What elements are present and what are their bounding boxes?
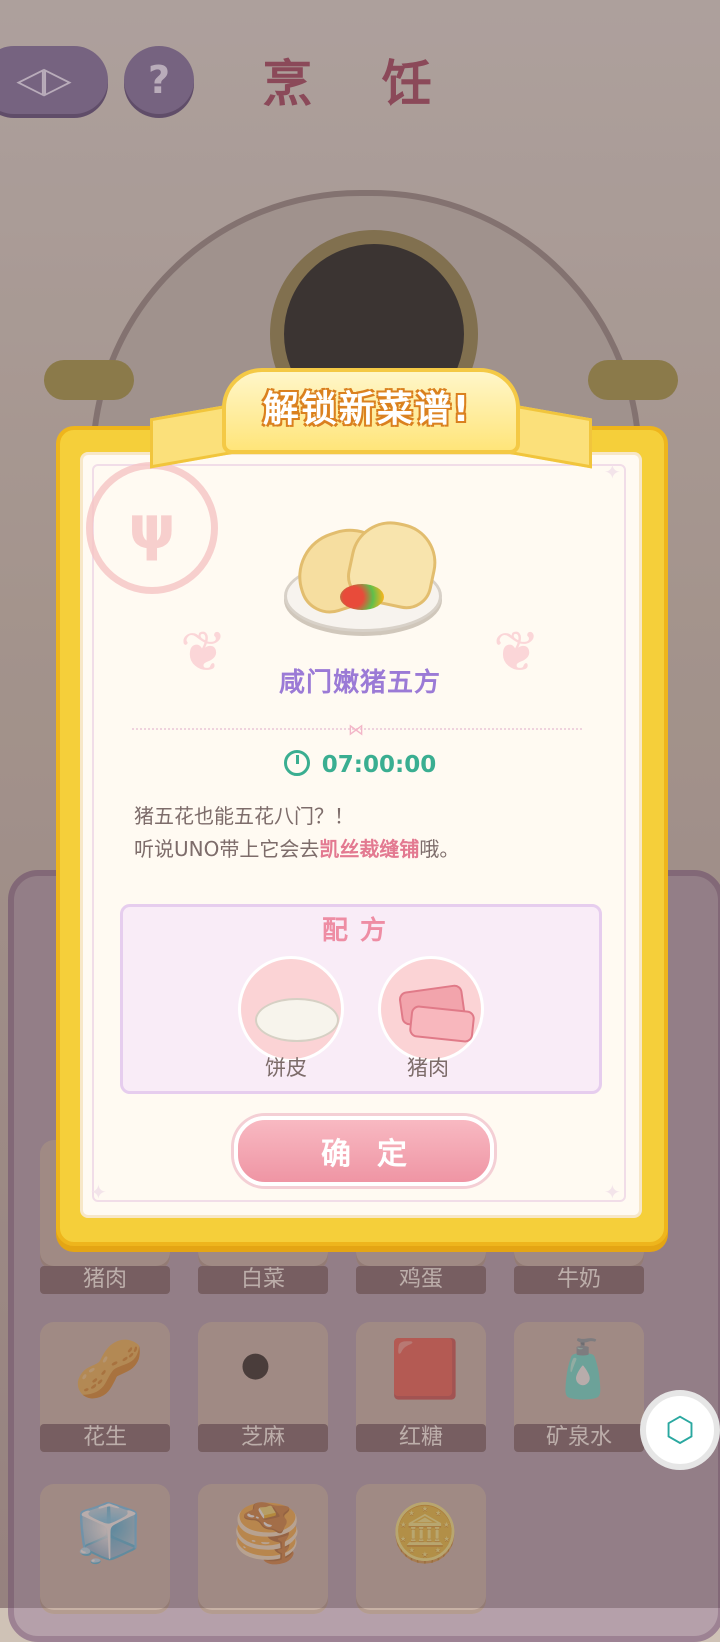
description-line-2: 听说UNO带上它会去凯丝裁缝铺哦。 bbox=[134, 837, 460, 861]
clock-icon bbox=[283, 750, 310, 776]
ingredient-label: 猪肉 bbox=[407, 1056, 449, 1080]
sparkle-icon: ✦ bbox=[604, 460, 621, 484]
shop-link-text: 凯丝裁缝铺 bbox=[319, 837, 420, 861]
cube-icon: ⬡ bbox=[665, 1410, 695, 1450]
cube-menu-button[interactable]: ⬡ bbox=[640, 1390, 720, 1470]
ingredient-label: 饼皮 bbox=[265, 1056, 307, 1080]
banner-title: 解锁新菜谱! bbox=[262, 389, 472, 430]
fork-knife-emblem-icon: ψ bbox=[86, 462, 218, 594]
cook-time: 07:00:00 bbox=[80, 750, 640, 778]
sparkle-icon: ✦ bbox=[604, 1180, 621, 1204]
recipe-title: 配方 bbox=[321, 916, 398, 946]
pancake-icon bbox=[255, 998, 339, 1042]
pork-icon bbox=[408, 1004, 476, 1044]
bow-icon: ⋈ bbox=[348, 720, 364, 739]
sparkle-icon: ✦ bbox=[90, 1180, 107, 1204]
dish-description: 猪五花也能五花八门？！ 听说UNO带上它会去凯丝裁缝铺哦。 bbox=[134, 800, 594, 866]
cook-time-value: 07:00:00 bbox=[321, 752, 437, 778]
dish-filling bbox=[340, 584, 384, 610]
dish-name: 咸门嫩猪五方 bbox=[278, 668, 441, 698]
confirm-button[interactable]: 确定 bbox=[234, 1116, 494, 1186]
description-line-1: 猪五花也能五花八门？！ bbox=[134, 804, 354, 828]
